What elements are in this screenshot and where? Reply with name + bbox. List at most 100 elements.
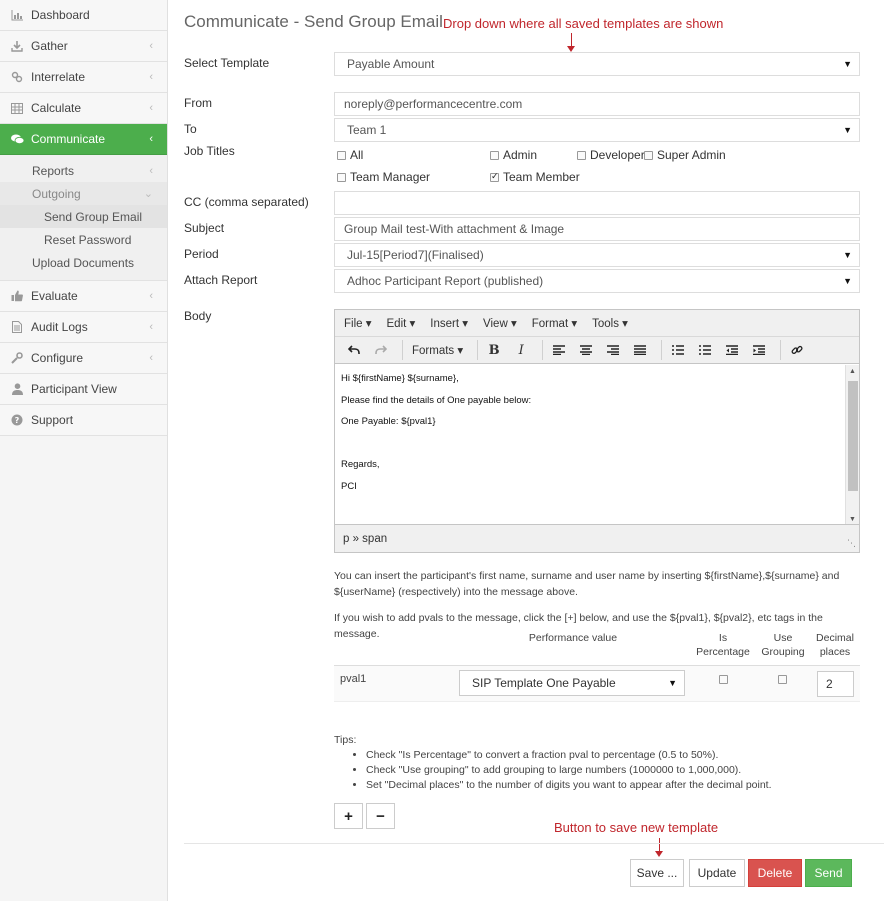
attach-report-value: Adhoc Participant Report (published) [347, 274, 544, 288]
sidebar-item-communicate[interactable]: Communicate ‹ [0, 124, 167, 155]
formats-dropdown[interactable]: Formats ▾ [408, 340, 467, 360]
toolbar-divider [780, 340, 782, 360]
sidebar-subitem-reports[interactable]: Reports ‹ [0, 159, 167, 182]
sidebar-subitem-send-group-email[interactable]: Send Group Email [0, 205, 167, 228]
undo-icon[interactable] [343, 340, 365, 360]
page-title: Communicate - Send Group Email [184, 12, 443, 31]
chevron-left-icon: ‹ [149, 164, 153, 177]
subject-value: Group Mail test-With attachment & Image [344, 222, 565, 236]
use-grouping-checkbox[interactable] [778, 675, 787, 684]
menu-edit[interactable]: Edit ▾ [387, 316, 416, 330]
sidebar-subitem-label: Send Group Email [44, 209, 143, 224]
decimal-places-header: Decimal places [816, 632, 854, 658]
attach-report-dropdown[interactable]: Adhoc Participant Report (published) [334, 269, 860, 293]
italic-icon[interactable]: I [510, 340, 532, 360]
performance-value-dropdown[interactable]: SIP Template One Payable [459, 670, 685, 696]
is-percentage-header: Is Percentage [696, 632, 750, 658]
sidebar: Dashboard Gather ‹ Interrelate ‹ Calcula… [0, 0, 168, 901]
add-pval-button[interactable]: + [334, 803, 363, 829]
indent-icon[interactable] [748, 340, 770, 360]
save-template-button[interactable]: Save ... [630, 859, 684, 887]
chevron-down-icon: ⌄ [143, 188, 153, 200]
scroll-down-icon[interactable]: ▼ [846, 516, 859, 523]
sidebar-subitem-reset-password[interactable]: Reset Password [0, 228, 167, 251]
send-button[interactable]: Send [805, 859, 852, 887]
bullet-list-icon[interactable] [667, 340, 689, 360]
chevron-left-icon: ‹ [149, 290, 153, 302]
to-dropdown[interactable]: Team 1 [334, 118, 860, 142]
checkbox-icon [490, 151, 499, 160]
job-title-super-admin-checkbox[interactable]: Super Admin [644, 148, 726, 162]
sidebar-item-calculate[interactable]: Calculate ‹ [0, 93, 167, 124]
menu-insert[interactable]: Insert ▾ [430, 316, 468, 330]
job-title-admin-checkbox[interactable]: Admin [490, 148, 537, 162]
update-button[interactable]: Update [689, 859, 745, 887]
align-center-icon[interactable] [575, 340, 597, 360]
body-line [341, 438, 839, 460]
sidebar-item-support[interactable]: ? Support [0, 405, 167, 436]
body-label: Body [184, 309, 212, 323]
redo-icon[interactable] [370, 340, 392, 360]
resize-handle-icon[interactable]: ⋱ [847, 538, 856, 549]
sidebar-subitem-outgoing[interactable]: Outgoing ⌄ [0, 182, 167, 205]
pval-name: pval1 [340, 673, 367, 685]
sidebar-item-dashboard[interactable]: Dashboard [0, 0, 167, 31]
menu-view[interactable]: View ▾ [483, 316, 517, 330]
main-content: Communicate - Send Group Email Drop down… [169, 0, 889, 901]
select-template-dropdown[interactable]: Payable Amount [334, 52, 860, 76]
job-title-developer-checkbox[interactable]: Developer [577, 148, 645, 162]
menu-format[interactable]: Format ▾ [532, 316, 577, 330]
editor-content[interactable]: Hi ${firstName} ${surname}, Please find … [335, 365, 845, 525]
decimal-places-value: 2 [826, 677, 833, 691]
link-icon[interactable] [786, 340, 808, 360]
svg-text:?: ? [15, 416, 20, 425]
editor-scrollbar[interactable]: ▲ ▼ [845, 365, 859, 525]
bold-icon[interactable]: B [483, 340, 505, 360]
period-value: Jul-15[Period7](Finalised) [347, 248, 484, 262]
user-icon [10, 382, 24, 396]
menu-file[interactable]: File ▾ [344, 316, 372, 330]
toolbar-divider [542, 340, 544, 360]
table-icon [10, 101, 24, 115]
align-left-icon[interactable] [548, 340, 570, 360]
thumbs-up-icon [10, 289, 24, 303]
file-icon [10, 320, 24, 334]
cc-input[interactable] [334, 191, 860, 215]
job-title-team-manager-checkbox[interactable]: Team Manager [337, 170, 430, 184]
tips-title: Tips: [334, 734, 357, 746]
tips-section: Tips: Check "Is Percentage" to convert a… [334, 733, 772, 793]
decimal-places-input[interactable]: 2 [817, 671, 854, 697]
period-dropdown[interactable]: Jul-15[Period7](Finalised) [334, 243, 860, 267]
body-line: Hi ${firstName} ${surname}, [341, 373, 459, 384]
delete-button[interactable]: Delete [748, 859, 802, 887]
remove-pval-button[interactable]: − [366, 803, 395, 829]
from-field[interactable]: noreply@performancecentre.com [334, 92, 860, 116]
scroll-up-icon[interactable]: ▲ [846, 368, 859, 375]
numbered-list-icon[interactable] [694, 340, 716, 360]
sidebar-item-participant-view[interactable]: Participant View [0, 374, 167, 405]
scrollbar-thumb[interactable] [848, 381, 858, 491]
sidebar-item-audit-logs[interactable]: Audit Logs ‹ [0, 312, 167, 343]
toolbar-divider [661, 340, 663, 360]
sidebar-item-interrelate[interactable]: Interrelate ‹ [0, 62, 167, 93]
is-percentage-checkbox[interactable] [719, 675, 728, 684]
outdent-icon[interactable] [721, 340, 743, 360]
align-right-icon[interactable] [602, 340, 624, 360]
menu-tools[interactable]: Tools ▾ [592, 316, 628, 330]
download-icon [10, 39, 24, 53]
sidebar-item-configure[interactable]: Configure ‹ [0, 343, 167, 374]
sidebar-subitem-upload-documents[interactable]: Upload Documents [0, 251, 167, 274]
sidebar-item-gather[interactable]: Gather ‹ [0, 31, 167, 62]
body-line: PCI [341, 480, 357, 492]
sidebar-subitem-label: Reset Password [44, 232, 132, 247]
align-justify-icon[interactable] [629, 340, 651, 360]
subject-input[interactable]: Group Mail test-With attachment & Image [334, 217, 860, 241]
checkbox-icon [337, 151, 346, 160]
chevron-left-icon: ‹ [149, 133, 153, 145]
job-title-all-checkbox[interactable]: All [337, 148, 363, 162]
sidebar-item-evaluate[interactable]: Evaluate ‹ [0, 281, 167, 312]
job-title-team-member-checkbox[interactable]: Team Member [490, 170, 580, 184]
checkbox-label: All [350, 148, 364, 162]
attach-report-label: Attach Report [184, 273, 258, 287]
subject-label: Subject [184, 221, 225, 235]
